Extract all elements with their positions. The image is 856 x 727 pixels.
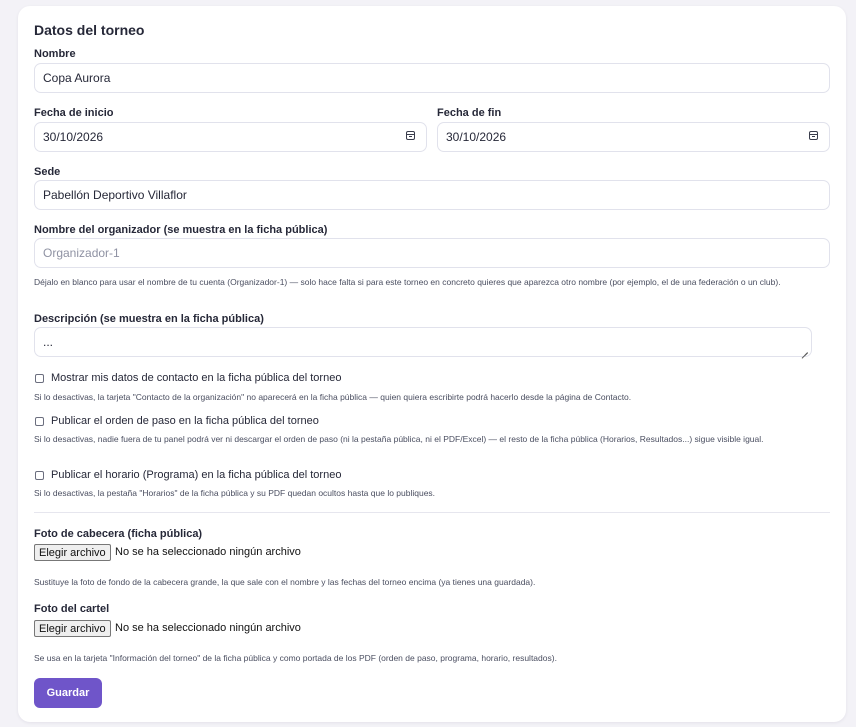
end-date-label: Fecha de fin <box>437 107 502 119</box>
header-photo-help: Sustituye la foto de fondo de la cabecer… <box>34 577 536 587</box>
header-photo-label: Foto de cabecera (ficha pública) <box>34 528 203 540</box>
organizer-label: Nombre del organizador (se muestra en la… <box>34 224 328 236</box>
running-order-help: Si lo desactivas, nadie fuera de tu pane… <box>34 434 764 444</box>
venue-input[interactable]: Pabellón Deportivo Villaflor <box>34 180 830 210</box>
start-date-input[interactable]: 30/10/2026 <box>34 122 427 152</box>
description-textarea[interactable]: ... <box>34 327 812 357</box>
schedule-help: Si lo desactivas, la pestaña "Horarios" … <box>34 488 436 498</box>
resize-handle-icon[interactable] <box>802 347 808 353</box>
end-date-input[interactable]: 30/10/2026 <box>437 122 830 152</box>
contact-checkbox-label[interactable]: Mostrar mis datos de contacto en la fich… <box>51 372 341 384</box>
running-order-checkbox-label[interactable]: Publicar el orden de paso en la ficha pú… <box>51 415 319 427</box>
name-value: Copa Aurora <box>43 71 111 85</box>
organizer-placeholder: Organizador-1 <box>43 246 120 260</box>
calendar-icon[interactable] <box>809 131 818 140</box>
contact-help: Si lo desactivas, la tarjeta "Contacto d… <box>34 392 632 402</box>
venue-label: Sede <box>34 166 61 178</box>
header-photo-status: No se ha seleccionado ningún archivo <box>115 546 301 558</box>
poster-photo-help: Se usa en la tarjeta "Información del to… <box>34 653 557 663</box>
save-button[interactable]: Guardar <box>34 678 102 708</box>
start-date-value: 30/10/2026 <box>43 130 104 144</box>
card-title: Datos del torneo <box>34 22 145 38</box>
poster-photo-label: Foto del cartel <box>34 603 110 615</box>
poster-photo-status: No se ha seleccionado ningún archivo <box>115 622 301 634</box>
end-date-value: 30/10/2026 <box>446 130 507 144</box>
calendar-icon[interactable] <box>406 131 415 140</box>
name-label: Nombre <box>34 48 76 60</box>
section-divider <box>34 512 830 513</box>
poster-photo-choose-button[interactable]: Elegir archivo <box>34 620 111 637</box>
organizer-help: Déjalo en blanco para usar el nombre de … <box>34 277 781 287</box>
description-value: ... <box>43 335 54 349</box>
tournament-form-card: Datos del torneo Nombre Copa Aurora Fech… <box>18 6 846 722</box>
start-date-label: Fecha de inicio <box>34 107 114 119</box>
name-input[interactable]: Copa Aurora <box>34 63 830 93</box>
venue-value: Pabellón Deportivo Villaflor <box>43 188 187 202</box>
running-order-checkbox[interactable] <box>35 417 44 426</box>
description-label: Descripción (se muestra en la ficha públ… <box>34 313 264 325</box>
schedule-checkbox[interactable] <box>35 471 44 480</box>
schedule-checkbox-label[interactable]: Publicar el horario (Programa) en la fic… <box>51 469 341 481</box>
organizer-input[interactable]: Organizador-1 <box>34 238 830 268</box>
header-photo-choose-button[interactable]: Elegir archivo <box>34 544 111 561</box>
contact-checkbox[interactable] <box>35 374 44 383</box>
